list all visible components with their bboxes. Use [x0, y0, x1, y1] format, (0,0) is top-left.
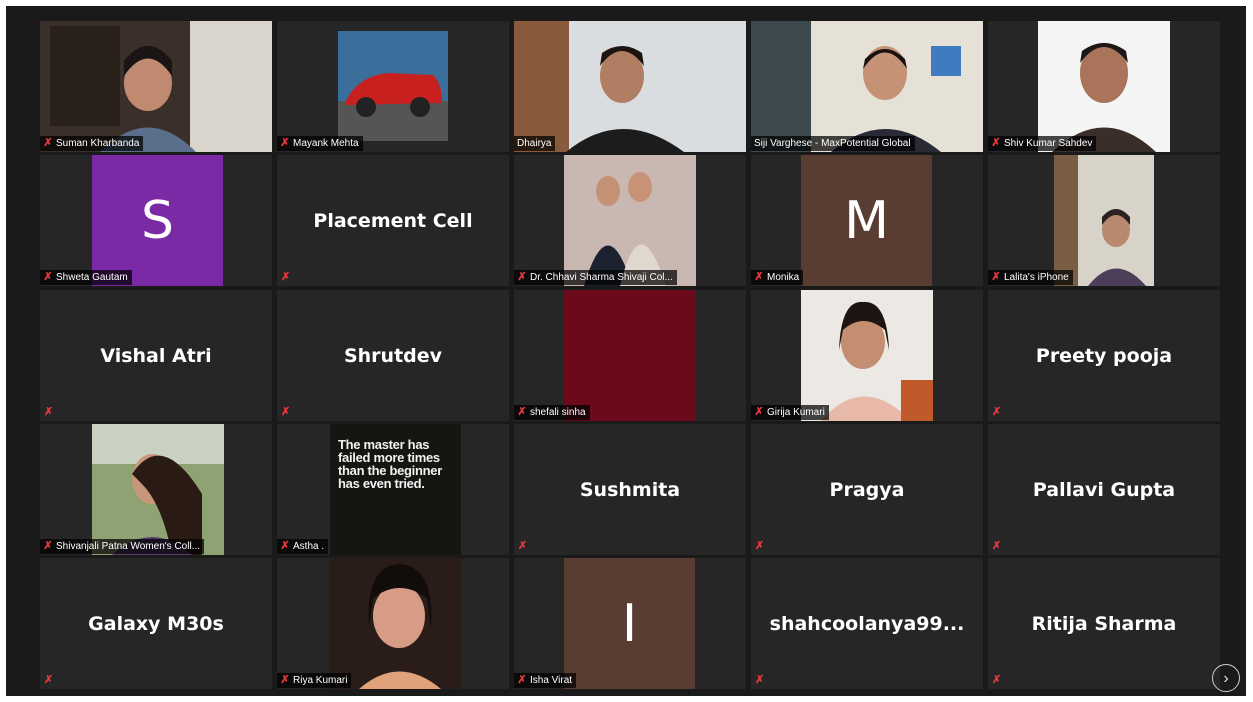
profile-picture [801, 290, 933, 421]
participant-display-name: Ritija Sharma [1031, 612, 1177, 635]
profile-picture [564, 155, 696, 286]
video-tile-astha[interactable]: The master has failed more times than th… [277, 424, 509, 555]
video-tile-shiv-kumar-sahdev[interactable]: ✗ Shiv Kumar Sahdev [988, 21, 1220, 152]
muted-mic-icon: ✗ [280, 674, 290, 686]
profile-picture [1038, 21, 1170, 152]
profile-quote-text: The master has failed more times than th… [338, 437, 442, 491]
participant-display-name: Preety pooja [1035, 344, 1173, 367]
participant-display-name: Sushmita [579, 478, 681, 501]
video-tile-girija-kumari[interactable]: ✗ Girija Kumari [751, 290, 983, 421]
participant-name-label: ✗ Shweta Gautam [40, 270, 132, 285]
video-tile-placement-cell[interactable]: Placement Cell ✗ [277, 155, 509, 286]
muted-mic-icon: ✗ [755, 674, 765, 686]
muted-mic-icon: ✗ [281, 271, 291, 283]
participant-display-name: Galaxy M30s [88, 612, 224, 635]
muted-mic-icon: ✗ [281, 406, 291, 418]
muted-mic-icon: ✗ [991, 271, 1001, 283]
participant-name-label: ✗ Riya Kumari [277, 673, 352, 688]
muted-mic-icon: ✗ [754, 406, 764, 418]
participant-name-label: ✗ Girija Kumari [751, 405, 829, 420]
next-page-button[interactable]: › [1212, 664, 1240, 692]
video-tile-vishal-atri[interactable]: Vishal Atri ✗ [40, 290, 272, 421]
participant-name-label: ✗ Shivanjali Patna Women's Coll... [40, 539, 205, 554]
avatar: M [801, 155, 932, 286]
participant-name-label: ✗ Suman Kharbanda [40, 136, 144, 151]
participant-name-label: ✗ Lalita's iPhone [988, 270, 1073, 285]
participant-name-label: ✗ Shiv Kumar Sahdev [988, 136, 1097, 151]
video-tile-siji-varghese[interactable]: Siji Varghese - MaxPotential Global [751, 21, 983, 152]
muted-mic-icon: ✗ [517, 271, 527, 283]
muted-mic-icon: ✗ [280, 137, 290, 149]
participant-video [40, 21, 272, 152]
muted-mic-icon: ✗ [992, 540, 1002, 552]
video-tile-dr-chhavi-sharma[interactable]: ✗ Dr. Chhavi Sharma Shivaji Col... [514, 155, 746, 286]
video-tile-lalitas-iphone[interactable]: ✗ Lalita's iPhone [988, 155, 1220, 286]
muted-mic-icon: ✗ [992, 674, 1002, 686]
video-tile-shefali-sinha[interactable]: ✗ shefali sinha [514, 290, 746, 421]
avatar: I [564, 558, 695, 689]
participant-video [751, 21, 983, 152]
participant-name-label: Siji Varghese - MaxPotential Global [751, 136, 915, 151]
video-tile-suman-kharbanda[interactable]: ✗ Suman Kharbanda [40, 21, 272, 152]
video-tile-shweta-gautam[interactable]: S ✗ Shweta Gautam [40, 155, 272, 286]
participant-name-label: ✗ Astha . [277, 539, 329, 554]
video-tile-pragya[interactable]: Pragya ✗ [751, 424, 983, 555]
video-tile-galaxy-m30s[interactable]: Galaxy M30s ✗ [40, 558, 272, 689]
profile-picture [564, 290, 696, 421]
participant-display-name: Placement Cell [313, 209, 473, 232]
muted-mic-icon: ✗ [755, 540, 765, 552]
muted-mic-icon: ✗ [43, 540, 53, 552]
muted-mic-icon: ✗ [992, 406, 1002, 418]
avatar: S [92, 155, 223, 286]
video-tile-pallavi-gupta[interactable]: Pallavi Gupta ✗ [988, 424, 1220, 555]
video-tile-mayank-mehta[interactable]: ✗ Mayank Mehta [277, 21, 509, 152]
video-tile-preety-pooja[interactable]: Preety pooja ✗ [988, 290, 1220, 421]
muted-mic-icon: ✗ [991, 137, 1001, 149]
participant-name-label: Dhairya [514, 136, 556, 151]
video-tile-sushmita[interactable]: Sushmita ✗ [514, 424, 746, 555]
profile-picture: The master has failed more times than th… [330, 424, 461, 555]
gallery-view: ✗Suman Kharbanda ✗Mayank Mehta Dhairya [6, 6, 1246, 696]
participant-display-name: Vishal Atri [100, 344, 212, 367]
video-tile-shivanjali[interactable]: ✗ Shivanjali Patna Women's Coll... [40, 424, 272, 555]
chevron-right-icon: › [1223, 670, 1229, 687]
participant-display-name: shahcoolanya99... [769, 612, 965, 635]
video-tile-ritija-sharma[interactable]: Ritija Sharma ✗ [988, 558, 1220, 689]
participant-display-name: Shrutdev [343, 344, 443, 367]
muted-mic-icon: ✗ [754, 271, 764, 283]
video-tile-dhairya[interactable]: Dhairya [514, 21, 746, 152]
video-tile-monika[interactable]: M ✗ Monika [751, 155, 983, 286]
participant-display-name: Pragya [829, 478, 905, 501]
participant-name-label: ✗ Monika [751, 270, 804, 285]
profile-picture [329, 558, 461, 689]
muted-mic-icon: ✗ [518, 540, 528, 552]
participant-name-label: ✗ Isha Virat [514, 673, 577, 688]
video-tile-shahcoolanya[interactable]: shahcoolanya99... ✗ [751, 558, 983, 689]
participant-name-label: ✗ Dr. Chhavi Sharma Shivaji Col... [514, 270, 677, 285]
muted-mic-icon: ✗ [280, 540, 290, 552]
profile-picture [92, 424, 224, 555]
muted-mic-icon: ✗ [43, 271, 53, 283]
participant-name-label: ✗ Mayank Mehta [277, 136, 363, 151]
video-tile-isha-virat[interactable]: I ✗ Isha Virat [514, 558, 746, 689]
muted-mic-icon: ✗ [517, 674, 527, 686]
participant-name-label: ✗ shefali sinha [514, 405, 590, 420]
muted-mic-icon: ✗ [43, 137, 53, 149]
video-tile-shrutdev[interactable]: Shrutdev ✗ [277, 290, 509, 421]
muted-mic-icon: ✗ [517, 406, 527, 418]
profile-picture [338, 31, 448, 141]
participant-video [1054, 155, 1154, 286]
muted-mic-icon: ✗ [44, 674, 54, 686]
muted-mic-icon: ✗ [44, 406, 54, 418]
participant-display-name: Pallavi Gupta [1032, 478, 1176, 501]
video-tile-riya-kumari[interactable]: ✗ Riya Kumari [277, 558, 509, 689]
participant-video [514, 21, 746, 152]
